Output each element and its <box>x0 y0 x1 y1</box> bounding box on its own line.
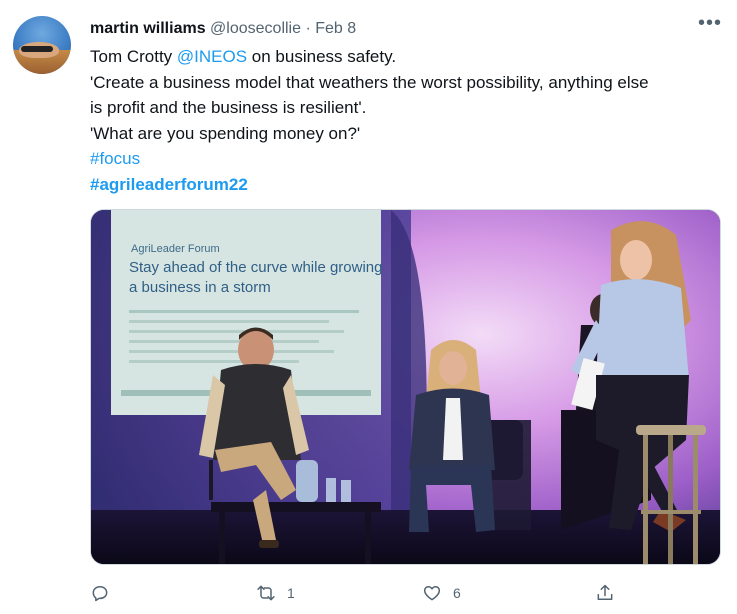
author-name[interactable]: martin williams <box>90 20 206 37</box>
tweet-line-3: is profit and the business is resilient'… <box>90 98 367 117</box>
share-button[interactable] <box>595 580 615 606</box>
more-options-button[interactable]: ••• <box>697 13 723 36</box>
photo-illustration: AgriLeader Forum Stay ahead of the curve… <box>91 210 720 564</box>
share-icon <box>597 584 613 600</box>
author-handle[interactable]: @loosecollie <box>210 20 301 37</box>
tweet-line-1: Tom Crotty @INEOS on business safety. <box>90 44 725 70</box>
tweet-text: Tom Crotty @INEOS on business safety. 'C… <box>90 44 725 197</box>
text-segment: on business safety. <box>247 47 397 66</box>
tweet-line-2: 'Create a business model that weathers t… <box>90 72 649 92</box>
slide-title-line-2: a business in a storm <box>129 279 271 296</box>
action-bar: 1 6 <box>90 580 630 606</box>
reply-button[interactable] <box>90 580 121 606</box>
tweet-photo[interactable]: AgriLeader Forum Stay ahead of the curve… <box>90 209 721 565</box>
hashtag-link[interactable]: #focus <box>90 146 725 172</box>
reply-icon <box>92 586 108 602</box>
tweet-date[interactable]: Feb 8 <box>315 20 356 37</box>
hashtag-link[interactable]: #agrileaderforum22 <box>90 172 725 198</box>
slide-org-text: AgriLeader Forum <box>131 243 220 255</box>
mention-link[interactable]: @INEOS <box>177 47 247 66</box>
retweet-icon <box>257 585 275 601</box>
like-button[interactable]: 6 <box>422 580 461 606</box>
retweet-button[interactable]: 1 <box>256 580 295 606</box>
heart-icon <box>423 586 441 601</box>
tweet-header: martin williams @loosecollie · Feb 8 <box>90 19 356 39</box>
slide-title-line-1: Stay ahead of the curve while growing <box>129 259 382 276</box>
text-segment: Tom Crotty <box>90 47 177 66</box>
retweet-count: 1 <box>287 585 295 601</box>
tweet-card[interactable]: martin williams @loosecollie · Feb 8 •••… <box>0 0 737 614</box>
like-count: 6 <box>453 585 461 601</box>
avatar-sunglasses <box>21 46 53 52</box>
separator: · <box>305 20 311 37</box>
tweet-line-4: 'What are you spending money on?' <box>90 123 361 143</box>
avatar[interactable] <box>13 16 71 74</box>
